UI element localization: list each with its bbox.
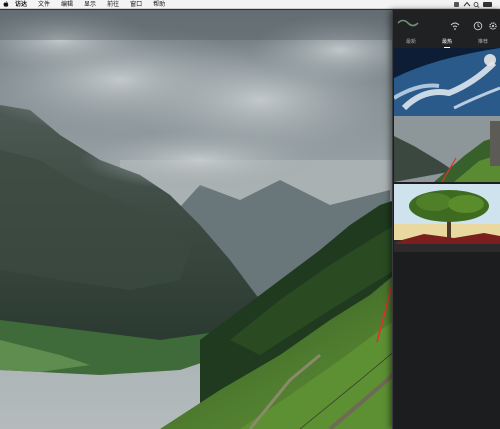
menu-finder[interactable]: 访达 bbox=[15, 0, 27, 9]
tab-latest[interactable]: 最新 bbox=[402, 38, 420, 45]
status-icons[interactable] bbox=[454, 1, 494, 8]
earth-image bbox=[394, 48, 500, 116]
menu-file[interactable]: 文件 bbox=[38, 0, 50, 9]
menu-help[interactable]: 帮助 bbox=[153, 0, 165, 9]
apple-icon[interactable] bbox=[3, 1, 9, 7]
wifi-icon[interactable] bbox=[450, 21, 460, 31]
menu-bar: 访达 文件 编辑 显示 前往 窗口 帮助 bbox=[0, 0, 500, 9]
panel-header: 最新 最热 推荐 bbox=[393, 10, 500, 48]
wallpaper-thumbnail-mountain[interactable] bbox=[394, 116, 500, 182]
mountain-image bbox=[394, 116, 500, 182]
panel-tabs: 最新 最热 推荐 bbox=[393, 34, 500, 48]
menu-window[interactable]: 窗口 bbox=[130, 0, 142, 9]
menu-go[interactable]: 前往 bbox=[107, 0, 119, 9]
wallpaper-thumbnail-earth[interactable] bbox=[394, 48, 500, 116]
tab-hottest[interactable]: 最热 bbox=[438, 38, 456, 48]
clock-icon[interactable] bbox=[473, 21, 483, 31]
wallpaper-panel: 最新 最热 推荐 bbox=[392, 10, 500, 429]
menu-view[interactable]: 显示 bbox=[84, 0, 96, 9]
menu-edit[interactable]: 编辑 bbox=[61, 0, 73, 9]
settings-icon[interactable] bbox=[488, 21, 498, 31]
tree-image bbox=[394, 184, 500, 252]
logo-icon bbox=[397, 19, 419, 27]
tab-recommended[interactable]: 推荐 bbox=[474, 38, 492, 45]
wallpaper-thumbnail-tree[interactable] bbox=[394, 184, 500, 252]
